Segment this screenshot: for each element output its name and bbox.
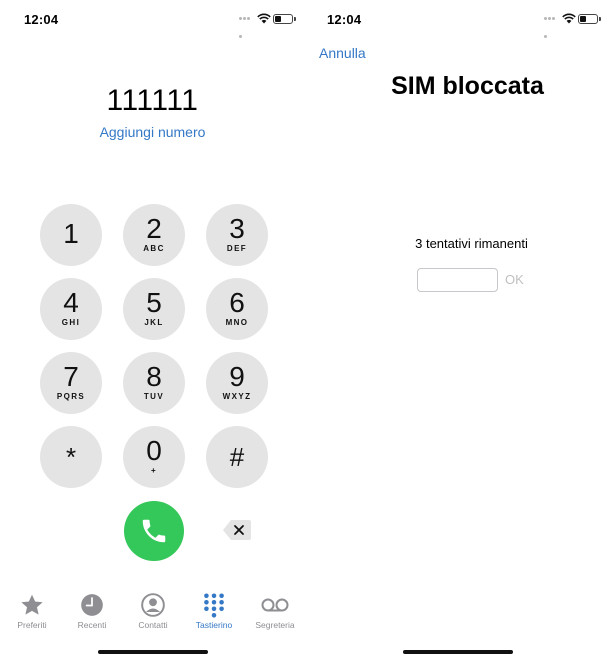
keypad-key[interactable]: 2 ABC <box>123 204 185 266</box>
tab-preferiti[interactable]: Preferiti <box>2 592 62 630</box>
dialer-screen: 12:04 111111 Aggiungi numero 1 2 ABC 3 DEF 4 G… <box>0 0 305 660</box>
tab-label: Segreteria <box>255 620 295 630</box>
keypad-key-digit: 9 <box>229 361 245 392</box>
attempts-remaining-text: 3 tentativi rimanenti <box>415 236 528 251</box>
sim-locked-screen: 12:04 Annulla SIM bloccata 3 tentativi r… <box>305 0 610 660</box>
phone-icon <box>142 519 166 543</box>
keypad-key-digit: 1 <box>63 218 79 249</box>
home-indicator <box>98 650 208 654</box>
keypad-key[interactable]: # <box>206 426 268 488</box>
tab-label: Recenti <box>77 620 107 630</box>
keypad-key[interactable]: 0 + <box>123 426 185 488</box>
keypad-key-digit: 3 <box>229 213 245 244</box>
keypad-key-letters: JKL <box>144 318 164 327</box>
keypad-key-digit: * <box>65 442 77 472</box>
battery-icon <box>273 14 296 24</box>
signal-icon <box>239 17 253 38</box>
wifi-icon <box>257 13 271 24</box>
keypad-key-digit: 6 <box>229 287 245 318</box>
call-button[interactable] <box>124 501 184 561</box>
keypad-key-letters: WXYZ <box>222 392 252 401</box>
keypad-key[interactable]: 1 <box>40 204 102 266</box>
wifi-icon <box>562 13 576 24</box>
add-number-link[interactable]: Aggiungi numero <box>0 124 305 140</box>
keypad-key-digit: # <box>229 442 245 472</box>
keypad-key[interactable]: 9 WXYZ <box>206 352 268 414</box>
sim-pin-input[interactable] <box>417 268 498 292</box>
status-icons <box>544 12 601 38</box>
tab-label: Tastierino <box>195 620 233 630</box>
clock-icon <box>81 594 103 616</box>
keypad-key[interactable]: 8 TUV <box>123 352 185 414</box>
status-time: 12:04 <box>327 12 362 27</box>
delete-backspace-icon <box>223 520 251 540</box>
delete-button[interactable] <box>222 519 252 541</box>
keypad-key-digit: 8 <box>146 361 162 392</box>
keypad-key[interactable]: 4 GHI <box>40 278 102 340</box>
keypad-key-letters: + <box>150 466 158 475</box>
keypad-key-digit: 5 <box>146 287 162 318</box>
keypad-key-letters: PQRS <box>56 392 86 401</box>
cancel-button[interactable]: Annulla <box>319 45 366 61</box>
tab-tastierino[interactable]: Tastierino <box>184 592 244 630</box>
battery-icon <box>578 14 601 24</box>
status-icons <box>239 12 296 38</box>
keypad-key[interactable]: 5 JKL <box>123 278 185 340</box>
keypad-key-letters: DEF <box>226 244 248 253</box>
ok-button[interactable]: OK <box>505 272 524 287</box>
keypad-key[interactable]: * <box>40 426 102 488</box>
home-indicator <box>403 650 513 654</box>
signal-icon <box>544 17 558 38</box>
dialed-number: 111111 <box>106 84 199 117</box>
keypad-key-digit: 4 <box>63 287 79 318</box>
tab-label: Contatti <box>138 620 168 630</box>
page-title: SIM bloccata <box>391 72 544 100</box>
tab-bar: Preferiti Recenti Contatti Tastierino Se… <box>0 592 305 638</box>
tab-recenti[interactable]: Recenti <box>62 592 122 630</box>
tab-label: Preferiti <box>17 620 47 630</box>
voicemail-icon <box>261 598 289 612</box>
keypad-key[interactable]: 3 DEF <box>206 204 268 266</box>
tab-segreteria[interactable]: Segreteria <box>245 592 305 630</box>
keypad-key-digit: 7 <box>63 361 79 392</box>
keypad-icon <box>204 593 224 618</box>
status-time: 12:04 <box>24 12 59 27</box>
keypad-key-letters: ABC <box>143 244 165 253</box>
keypad-key-letters: GHI <box>61 318 81 327</box>
keypad-key-letters: MNO <box>225 318 249 327</box>
tab-contatti[interactable]: Contatti <box>123 592 183 630</box>
keypad-key-letters: TUV <box>143 392 165 401</box>
keypad-key-digit: 2 <box>146 213 162 244</box>
contact-icon <box>141 593 165 617</box>
star-icon <box>21 594 43 615</box>
keypad-key[interactable]: 7 PQRS <box>40 352 102 414</box>
keypad-key[interactable]: 6 MNO <box>206 278 268 340</box>
keypad-key-digit: 0 <box>146 435 162 466</box>
